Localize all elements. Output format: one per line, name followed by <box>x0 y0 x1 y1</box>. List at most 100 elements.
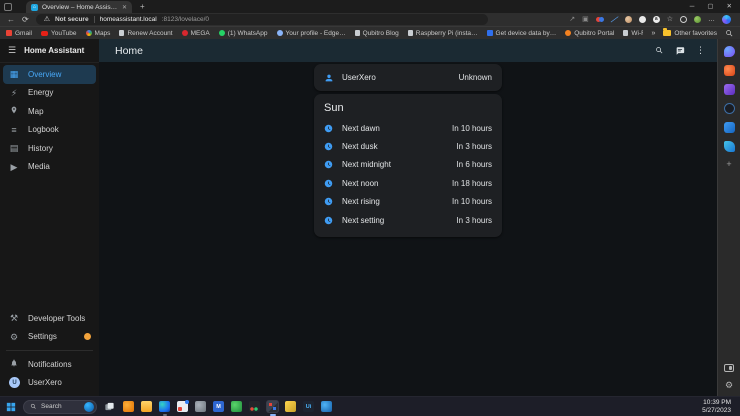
shopping-sidebar-icon[interactable] <box>724 65 735 76</box>
bookmark-youtube[interactable]: YouTube <box>41 30 77 37</box>
maximize-icon[interactable]: ▢ <box>707 0 713 13</box>
entity-row-next-setting[interactable]: Next setting In 3 hours <box>324 211 492 229</box>
gmail-icon <box>6 30 12 36</box>
menu-icon[interactable]: ☰ <box>8 45 16 56</box>
share-icon[interactable]: ↗ <box>569 14 575 26</box>
uipath-app-icon[interactable]: Ui <box>302 400 315 413</box>
entity-row-next-midnight[interactable]: Next midnight In 6 hours <box>324 156 492 174</box>
address-bar[interactable]: ⚠ Not secure homeassistant.local :8123/l… <box>36 14 488 25</box>
bookmark-mega[interactable]: MEGA <box>182 30 210 37</box>
copilot-sidebar-icon[interactable] <box>724 46 735 57</box>
start-button-icon[interactable] <box>6 402 16 412</box>
extension-a-icon[interactable]: a <box>653 16 660 23</box>
sidebar-item-user[interactable]: U UserXero <box>3 374 96 393</box>
orange-swirl-app-icon[interactable] <box>122 400 135 413</box>
taskbar-clock[interactable]: 10:39 PM 5/27/2023 <box>702 399 734 414</box>
entity-row-next-dawn[interactable]: Next dawn In 10 hours <box>324 119 492 137</box>
designer-sidebar-icon[interactable] <box>724 122 735 133</box>
bookmark-qubitro-portal[interactable]: Qubitro Portal <box>565 30 614 37</box>
tab-close-icon[interactable]: ✕ <box>122 4 127 11</box>
favorites-search-icon[interactable] <box>725 29 734 38</box>
bookmarks-overflow-icon[interactable]: » <box>651 30 655 37</box>
extension-icon[interactable] <box>596 16 604 23</box>
page-icon <box>408 30 413 36</box>
entity-row-next-dusk[interactable]: Next dusk In 3 hours <box>324 137 492 155</box>
extension-green-icon[interactable] <box>694 16 701 23</box>
ha-main: Home ⋮ UserXero Unknown <box>99 39 717 396</box>
ha-sidebar-bottom: ⚒ Developer Tools ⚙ Settings Notificatio… <box>0 309 99 396</box>
bookmark-qubitro-blog[interactable]: Qubitro Blog <box>355 30 399 37</box>
url-path[interactable]: :8123/lovelace/0 <box>162 16 209 23</box>
favorites-star-icon[interactable]: ☆ <box>667 14 673 26</box>
settings-app-icon[interactable] <box>194 400 207 413</box>
green-circle-app-icon[interactable] <box>230 400 243 413</box>
microsoft-365-icon[interactable] <box>724 84 735 95</box>
bookmark-gmail[interactable]: Gmail <box>6 30 32 37</box>
clock-time: 10:39 PM <box>702 399 731 407</box>
remote-desktop-app-icon[interactable] <box>266 400 279 413</box>
sidebar-toggle-icon[interactable] <box>724 364 734 372</box>
gear-icon: ⚙ <box>8 332 20 342</box>
task-view-icon[interactable] <box>104 401 115 412</box>
browser-tab[interactable]: ⌂ Overview – Home Assistant ✕ <box>26 1 132 13</box>
back-icon[interactable]: ← <box>7 15 15 24</box>
blue-circle-app-icon[interactable] <box>320 400 333 413</box>
puzzle-app-icon[interactable] <box>284 400 297 413</box>
terminal-app-icon[interactable] <box>248 400 261 413</box>
sun-entities-card: Sun Next dawn In 10 hours Next dusk In 3… <box>314 94 502 237</box>
close-icon[interactable]: ✕ <box>727 0 732 13</box>
sidebar-item-media[interactable]: ▶ Media <box>3 158 96 177</box>
sidebar-item-settings[interactable]: ⚙ Settings <box>3 328 96 347</box>
sidebar-item-logbook[interactable]: ≡ Logbook <box>3 121 96 140</box>
overflow-menu-icon[interactable]: ⋮ <box>696 45 705 56</box>
toolbar-menu-icon[interactable]: … <box>708 14 715 26</box>
sidebar-item-notifications[interactable]: Notifications <box>3 355 96 374</box>
copilot-icon[interactable] <box>722 15 731 24</box>
sidebar-item-overview[interactable]: ▦ Overview <box>3 65 96 84</box>
url-host[interactable]: homeassistant.local <box>100 16 157 23</box>
bookmark-whatsapp[interactable]: (1) WhatsApp <box>219 30 268 37</box>
bookmark-renew-account[interactable]: Renew Account <box>119 30 172 37</box>
sidebar-settings-icon[interactable]: ⚙ <box>725 380 733 390</box>
add-sidebar-app-icon[interactable]: + <box>726 160 731 169</box>
bookmark-profile[interactable]: Your profile - Edge… <box>277 30 346 37</box>
taskbar-search[interactable]: Search <box>23 400 97 414</box>
search-icon[interactable] <box>655 46 664 55</box>
bookmarks-bar: Gmail YouTube Maps Renew Account MEGA (1… <box>0 26 740 39</box>
security-label[interactable]: Not secure <box>55 16 89 23</box>
sidebar-item-developer-tools[interactable]: ⚒ Developer Tools <box>3 309 96 328</box>
extension-white-icon[interactable] <box>639 16 646 23</box>
sidebar-item-map[interactable]: Map <box>3 102 96 121</box>
other-favorites-folder[interactable]: Other favorites <box>663 30 717 37</box>
chart-icon: ▤ <box>8 143 20 153</box>
entity-row-next-noon[interactable]: Next noon In 18 hours <box>324 174 492 192</box>
games-sidebar-icon[interactable] <box>724 141 735 152</box>
sidebar-item-energy[interactable]: ⚡ Energy <box>3 84 96 103</box>
assist-icon[interactable] <box>675 46 685 56</box>
clock-icon <box>324 142 333 151</box>
person-entity-card[interactable]: UserXero Unknown <box>314 64 502 91</box>
sidebar-item-history[interactable]: ▤ History <box>3 139 96 158</box>
file-explorer-icon[interactable] <box>140 400 153 413</box>
new-tab-icon[interactable]: + <box>140 2 145 11</box>
bookmark-raspberry-pi[interactable]: Raspberry Pi (insta… <box>408 30 478 37</box>
map-pin-icon <box>8 106 20 116</box>
pen-extension-icon[interactable]: ／ <box>610 14 618 25</box>
extension-tan-icon[interactable] <box>625 16 632 23</box>
not-secure-warning-icon: ⚠ <box>44 15 50 25</box>
entity-row-next-rising[interactable]: Next rising In 10 hours <box>324 193 492 211</box>
outlook-sidebar-icon[interactable] <box>724 103 735 114</box>
search-label: Search <box>41 403 80 410</box>
refresh-icon[interactable]: ⟳ <box>22 15 29 24</box>
photos-app-icon[interactable] <box>176 400 189 413</box>
bookmark-device-data[interactable]: Get device data by… <box>487 30 557 37</box>
bookmark-maps[interactable]: Maps <box>86 30 111 37</box>
bookmark-wifi-mesh[interactable]: Wi-Fi Mesh Networ… <box>623 30 643 37</box>
split-screen-icon[interactable]: ▣ <box>582 14 589 26</box>
m-app-icon[interactable]: M <box>212 400 225 413</box>
page-icon <box>355 30 360 36</box>
cookie-icon[interactable] <box>680 16 687 23</box>
tab-actions-icon[interactable] <box>4 3 12 11</box>
edge-browser-icon[interactable] <box>158 400 171 413</box>
minimize-icon[interactable]: ─ <box>690 0 695 13</box>
